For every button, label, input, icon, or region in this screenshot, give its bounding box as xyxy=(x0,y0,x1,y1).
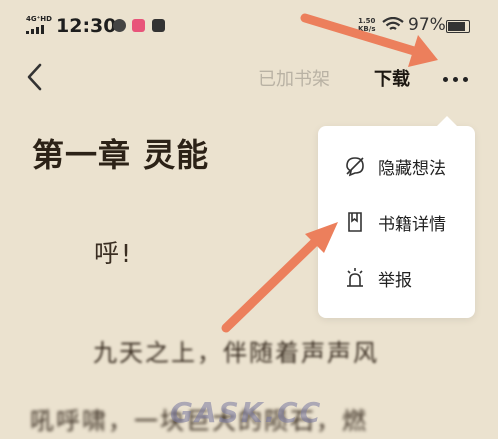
wifi-icon xyxy=(382,17,404,30)
menu-item-hide-thoughts[interactable]: 隐藏想法 xyxy=(318,140,475,194)
notification-app-icon xyxy=(113,19,126,32)
menu-item-book-details[interactable]: 书籍详情 xyxy=(318,196,475,250)
added-to-shelf-button[interactable]: 已加书架 xyxy=(258,65,330,91)
chapter-title: 第一章 灵能 xyxy=(32,136,210,174)
back-chevron-icon[interactable] xyxy=(22,62,48,92)
watermark: GASK.CC xyxy=(170,396,323,429)
report-alarm-icon xyxy=(347,268,363,287)
more-options-menu: 隐藏想法 书籍详情 举报 xyxy=(318,116,475,318)
menu-item-label: 书籍详情 xyxy=(378,215,446,235)
hide-thoughts-icon xyxy=(346,157,364,177)
notification-mail-icon xyxy=(152,19,165,32)
paragraph: 九天之上，伴随着声声风 xyxy=(93,339,379,367)
reader-nav-bar xyxy=(0,50,498,105)
speed-unit: KB/s xyxy=(358,25,376,33)
paragraph: 呼! xyxy=(94,239,134,268)
notification-app-icon xyxy=(132,19,145,32)
network-type: 4G⁺HD xyxy=(26,15,52,23)
clock: 12:30 xyxy=(56,15,117,37)
menu-item-label: 隐藏想法 xyxy=(378,159,446,179)
status-bar: 4G⁺HD 12:30 1.50 KB/s 97% xyxy=(0,0,498,50)
battery-percent: 97% xyxy=(408,15,446,35)
network-speed: 1.50 KB/s xyxy=(358,17,375,33)
book-details-icon xyxy=(348,212,362,232)
battery-icon xyxy=(446,20,470,33)
speed-value: 1.50 xyxy=(358,17,376,25)
more-options-icon[interactable] xyxy=(443,72,471,88)
menu-item-label: 举报 xyxy=(378,271,412,291)
menu-item-report[interactable]: 举报 xyxy=(318,252,475,306)
download-button[interactable]: 下载 xyxy=(374,65,410,91)
signal-icon xyxy=(26,25,44,34)
